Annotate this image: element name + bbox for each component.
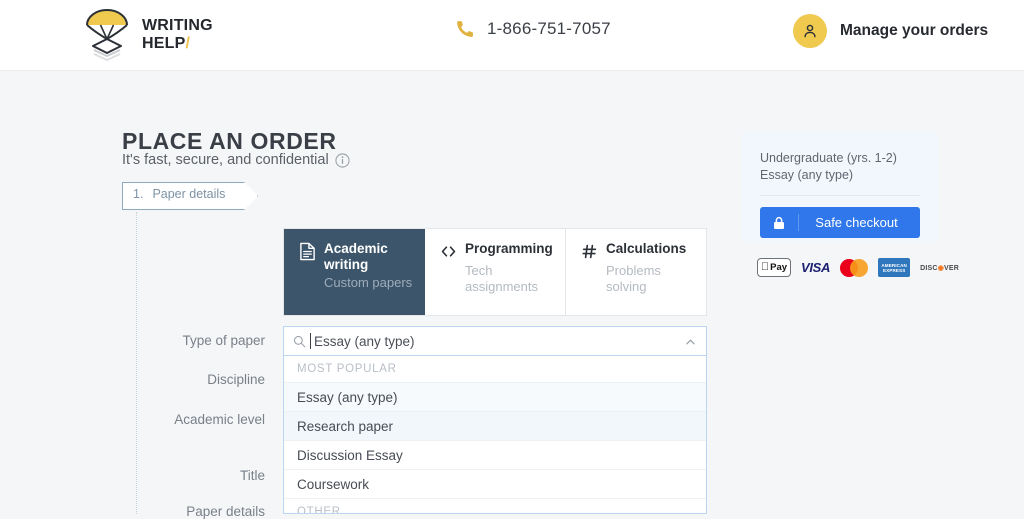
- summary-academic-level: Undergraduate (yrs. 1-2): [760, 151, 897, 165]
- tab-calculations-title: Calculations: [606, 241, 687, 256]
- tab-academic-writing-head: Academic writing: [299, 241, 424, 273]
- document-icon: [300, 242, 315, 261]
- label-discipline: Discipline: [207, 372, 265, 387]
- search-icon: [293, 335, 306, 347]
- tab-academic-writing-title: Academic writing: [324, 241, 388, 272]
- label-paper-details: Paper details: [186, 504, 265, 519]
- logo-line-1: WRITING: [142, 17, 213, 34]
- step-paper-details[interactable]: 1. Paper details: [122, 182, 258, 210]
- dropdown-item-discussion-essay[interactable]: Discussion Essay: [284, 441, 706, 470]
- type-of-paper-value: Essay (any type): [314, 333, 415, 349]
- step-label: Paper details: [152, 187, 226, 201]
- tab-programming-title: Programming: [465, 241, 553, 256]
- parachute-papers-logo-icon: [86, 9, 128, 61]
- page-title: PLACE AN ORDER: [122, 128, 337, 154]
- apple-pay-icon: Pay: [757, 258, 791, 277]
- label-type-of-paper: Type of paper: [182, 333, 265, 348]
- code-brackets-icon: [441, 246, 456, 257]
- apple-pay-text: Pay: [766, 262, 787, 273]
- dropdown-group-most-popular: MOST POPULAR: [284, 356, 706, 383]
- page-subtitle: It's fast, secure, and confidential: [122, 152, 350, 168]
- payment-methods: Pay VISA AMERICAN EXPRESS DISC◉VER: [757, 258, 959, 277]
- tab-academic-writing-desc: Custom papers: [324, 275, 413, 290]
- text-caret: [310, 332, 311, 349]
- amex-line-2: EXPRESS: [882, 267, 906, 273]
- phone-icon: [457, 21, 473, 37]
- tab-academic-writing[interactable]: Academic writing Custom papers: [284, 229, 425, 315]
- summary-divider: [760, 195, 920, 196]
- label-academic-level: Academic level: [174, 412, 265, 427]
- logo[interactable]: WRITING HELP/: [83, 9, 213, 61]
- manage-orders-label: Manage your orders: [840, 22, 989, 39]
- step-chip-text: 1. Paper details: [133, 187, 225, 201]
- tab-calculations-head: Calculations: [581, 241, 706, 261]
- page-subtitle-text: It's fast, secure, and confidential: [122, 152, 329, 168]
- phone-number: 1-866-751-7057: [487, 18, 611, 38]
- discover-pre: DISC: [920, 264, 938, 272]
- dropdown-item-essay[interactable]: Essay (any type): [284, 383, 706, 412]
- tab-calculations-desc: Problems solving: [606, 263, 661, 294]
- amex-icon: AMERICAN EXPRESS: [878, 258, 911, 277]
- discover-icon: DISC◉VER: [920, 264, 959, 272]
- summary-paper-type: Essay (any type): [760, 168, 854, 182]
- safe-checkout-button[interactable]: Safe checkout: [760, 207, 920, 238]
- tab-programming-head: Programming: [440, 241, 565, 261]
- dropdown-group-other: OTHER: [284, 499, 706, 513]
- dropdown-item-research-paper[interactable]: Research paper: [284, 412, 706, 441]
- visa-icon: VISA: [801, 260, 831, 275]
- type-of-paper-select[interactable]: Essay (any type): [283, 326, 707, 356]
- info-circle-icon[interactable]: [335, 152, 350, 168]
- logo-line-2: HELP: [142, 35, 186, 52]
- manage-orders-link[interactable]: Manage your orders: [793, 14, 988, 48]
- label-title: Title: [239, 468, 265, 483]
- lock-icon: [774, 216, 784, 229]
- step-number: 1.: [133, 187, 144, 201]
- phone-link[interactable]: 1-866-751-7057: [455, 18, 611, 39]
- apple-logo-icon: : [761, 262, 769, 273]
- logo-slash: /: [185, 35, 191, 52]
- category-tabs: Academic writing Custom papers Programmi…: [283, 228, 707, 316]
- chevron-up-icon[interactable]: [686, 339, 695, 345]
- type-of-paper-dropdown[interactable]: MOST POPULAR Essay (any type) Research p…: [283, 356, 707, 514]
- type-of-paper-input[interactable]: Essay (any type): [310, 332, 415, 349]
- dropdown-item-coursework[interactable]: Coursework: [284, 470, 706, 499]
- amex-text: AMERICAN EXPRESS: [881, 263, 907, 273]
- user-avatar-icon: [793, 14, 827, 48]
- order-summary-card: Undergraduate (yrs. 1-2) Essay (any type…: [742, 131, 938, 243]
- discover-post: VER: [944, 264, 959, 272]
- logo-text: WRITING HELP/: [142, 17, 213, 53]
- safe-checkout-label: Safe checkout: [815, 215, 898, 230]
- tab-calculations[interactable]: Calculations Problems solving: [566, 229, 706, 315]
- mastercard-right-circle: [850, 258, 869, 277]
- user-glyph-icon: [804, 24, 816, 38]
- mastercard-icon: [840, 258, 869, 277]
- tab-programming[interactable]: Programming Tech assignments: [425, 229, 566, 315]
- tab-programming-desc: Tech assignments: [465, 263, 538, 294]
- hash-icon: [582, 244, 597, 259]
- site-header: WRITING HELP/ 1-866-751-7057 Manage your…: [0, 0, 1024, 71]
